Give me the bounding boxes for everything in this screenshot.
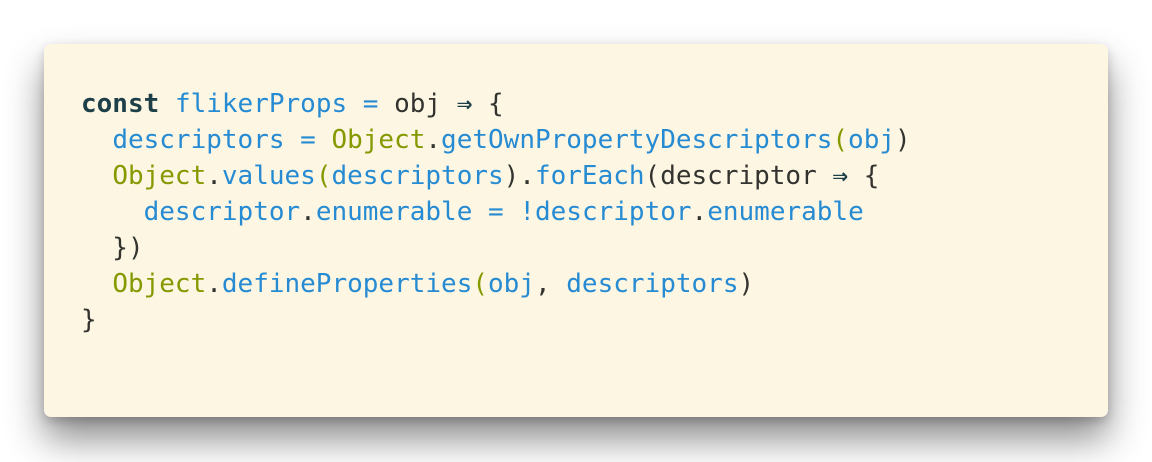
code-token: . (300, 197, 316, 227)
code-token: } (81, 305, 97, 335)
code-line: Object.defineProperties(obj, descriptors… (81, 266, 911, 302)
code-token: enumerable (315, 197, 473, 227)
code-token: descriptors (112, 125, 285, 155)
code-card: const flikerProps = obj ⇒ { descriptors … (44, 44, 1108, 417)
code-token: , (534, 269, 567, 299)
code-token: defineProperties (221, 269, 473, 299)
code-token: . (206, 161, 222, 191)
code-token: Object (112, 269, 207, 299)
code-token: ) (738, 269, 755, 299)
code-token: enumerable (707, 197, 864, 227)
code-token: descriptors (331, 161, 504, 191)
code-line: descriptors = Object.getOwnPropertyDescr… (81, 122, 911, 158)
code-token: ( (832, 125, 849, 155)
code-token: = (488, 197, 504, 227)
code-token: . (206, 269, 222, 299)
code-token: ( (472, 269, 488, 299)
code-token: obj (378, 89, 457, 119)
code-token: = (300, 125, 316, 155)
code-block: const flikerProps = obj ⇒ { descriptors … (81, 86, 911, 338)
code-token: ⇒ (456, 89, 473, 119)
code-line: }) (81, 230, 911, 266)
code-token: obj (488, 269, 535, 299)
code-token: { (848, 161, 880, 191)
code-token: descriptor (143, 197, 301, 227)
code-token: Object (112, 161, 207, 191)
code-token: . (425, 125, 442, 155)
code-token: values (221, 161, 316, 191)
code-token: ⇒ (832, 161, 849, 191)
code-token: ) (895, 125, 911, 155)
code-token: ). (503, 161, 535, 191)
canvas: const flikerProps = obj ⇒ { descriptors … (0, 0, 1152, 462)
code-line: Object.values(descriptors).forEach(descr… (81, 158, 911, 194)
code-token: . (691, 197, 708, 227)
code-token: (descriptor (644, 161, 833, 191)
code-token: = (362, 89, 379, 119)
code-token: ! (519, 197, 535, 227)
code-token: getOwnPropertyDescriptors (441, 125, 833, 155)
code-token: flikerProps (174, 89, 348, 119)
code-token: { (472, 89, 504, 119)
code-line: const flikerProps = obj ⇒ { (81, 86, 911, 122)
code-line: descriptor.enumerable = !descriptor.enum… (81, 194, 911, 230)
code-token: obj (848, 125, 896, 155)
code-token: descriptors (566, 269, 739, 299)
code-token: forEach (534, 161, 645, 191)
code-token: descriptor (535, 197, 692, 227)
code-token: Object (331, 125, 426, 155)
code-token: ( (315, 161, 332, 191)
code-line: } (81, 302, 911, 338)
code-token: }) (81, 233, 144, 263)
code-token: const (81, 89, 160, 119)
